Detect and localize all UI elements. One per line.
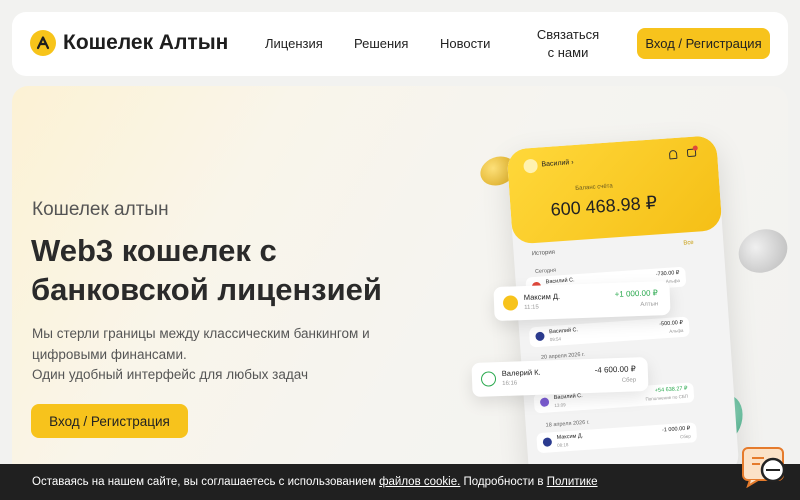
cookie-middle: Подробности в <box>460 476 547 488</box>
transfer-name: Валерий К. <box>501 367 541 379</box>
header: Кошелек Алтын Лицензия Решения Новости С… <box>12 12 788 76</box>
incoming-transfer-card: Максим Д. 11:15 +1 000.00 ₽ Алтын <box>493 280 671 322</box>
transaction-row: Василий С. 09:54 -500.00 ₽ Альфа <box>528 316 690 348</box>
transaction-amount: +54 638.27 ₽ <box>654 385 688 394</box>
notification-dot <box>692 145 698 151</box>
logo-icon <box>30 30 56 56</box>
transfer-amount: +1 000.00 ₽ <box>614 288 658 299</box>
transfer-time: 16:16 <box>502 380 518 388</box>
history-label: История <box>531 249 556 258</box>
bank-icon <box>535 331 545 342</box>
nav-link-news[interactable]: Новости <box>440 36 490 51</box>
cookie-files-link[interactable]: файлов cookie. <box>379 476 460 488</box>
bank-icon <box>539 397 550 407</box>
avatar <box>523 158 539 174</box>
cookie-prefix: Оставаясь на нашем сайте, вы соглашаетес… <box>32 476 380 488</box>
balance-amount: 600 468.98 ₽ <box>549 192 658 220</box>
transaction-amount: -500.00 ₽ <box>659 319 684 328</box>
hero-title: Web3 кошелек с банковской лицензией <box>31 233 382 307</box>
altyn-icon <box>502 295 519 311</box>
transaction-time: 09:54 <box>549 336 562 343</box>
transaction-amount: -1 000.00 ₽ <box>661 425 691 434</box>
transaction-bank: Альфа <box>669 327 684 334</box>
hero-kicker: Кошелек алтын <box>32 199 169 220</box>
cookie-banner: Оставаясь на нашем сайте, вы соглашаетес… <box>0 464 800 500</box>
hero-login-register-button[interactable]: Вход / Регистрация <box>31 404 188 438</box>
nav-link-license[interactable]: Лицензия <box>265 36 323 51</box>
bell-icon <box>668 149 678 160</box>
transfer-name: Максим Д. <box>523 291 561 303</box>
hero-description-line: Один удобный интерфейс для любых задач <box>32 367 308 382</box>
transaction-name: Василий С. <box>549 327 579 336</box>
transaction-time: 08:18 <box>556 442 569 448</box>
transfer-bank: Алтын <box>640 301 659 308</box>
transaction-name: Василий С. <box>553 393 583 402</box>
transfer-bank: Сбер <box>621 377 637 384</box>
hero-description: Мы стерли границы между классическим бан… <box>32 324 392 386</box>
login-register-button[interactable]: Вход / Регистрация <box>637 28 770 59</box>
transaction-amount: -730.00 ₽ <box>655 269 680 278</box>
phone-user-name: Василий › <box>541 159 574 169</box>
nav-link-solutions[interactable]: Решения <box>354 36 408 51</box>
nav-link-contact[interactable]: Связаться с нами <box>536 26 600 62</box>
transfer-amount: -4 600.00 ₽ <box>594 364 636 375</box>
chat-widget-button[interactable] <box>740 444 790 489</box>
transaction-bank: Альфа <box>665 277 681 284</box>
brand-name: Кошелек Алтын <box>63 31 229 54</box>
history-all-link: Все <box>683 239 694 247</box>
date-header: Сегодня <box>534 267 557 276</box>
check-icon <box>480 371 497 387</box>
balance-label: Баланс счёта <box>575 183 613 193</box>
cookie-policy-link[interactable]: Политике <box>547 476 598 488</box>
transaction-bank: Сбер <box>679 433 691 440</box>
bank-icon <box>542 437 553 447</box>
cookie-text: Оставаясь на нашем сайте, вы соглашаетес… <box>32 476 598 488</box>
logo[interactable]: Кошелек Алтын <box>30 30 228 56</box>
balance-card: Василий › Баланс счёта 600 468.98 ₽ <box>506 135 723 245</box>
outgoing-transfer-card: Валерий К. 16:16 -4 600.00 ₽ Сбер <box>471 356 649 398</box>
transaction-bank: Пополнение по СБП <box>645 393 689 402</box>
transfer-time: 11:15 <box>524 304 539 312</box>
transaction-name: Максим Д. <box>556 433 584 441</box>
transaction-time: 13:09 <box>554 402 566 409</box>
date-header: 18 апреля 2026 г. <box>545 419 590 429</box>
hero-description-line: Мы стерли границы между классическим бан… <box>32 326 370 362</box>
